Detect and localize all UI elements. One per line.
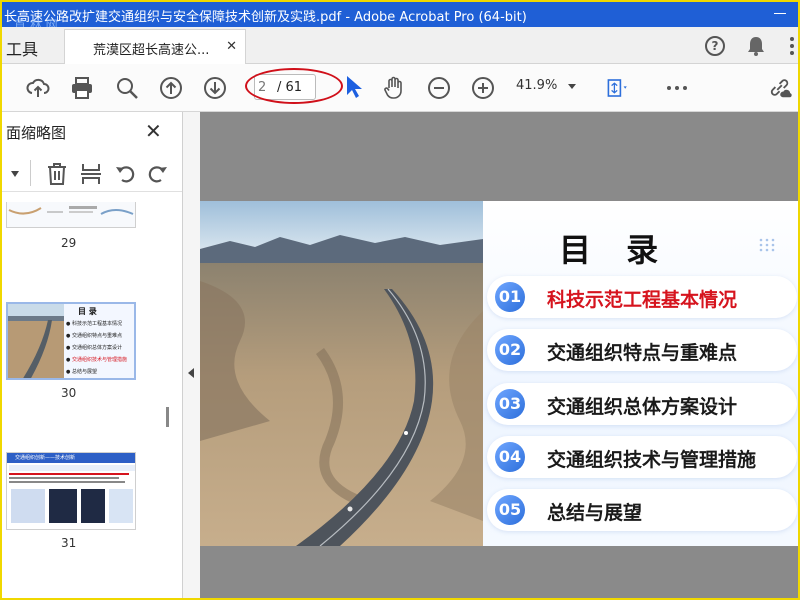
toc-text: 总结与展望	[547, 502, 643, 524]
thumbnail-toolbar	[2, 154, 182, 192]
thumbnail-30-item: ● 科技示范工程基本情况	[66, 321, 122, 327]
thumbnail-31-heading: 交通组织创新——技术创新	[15, 455, 76, 461]
page-down-icon[interactable]	[203, 76, 227, 100]
thumbnail-label-30: 30	[61, 386, 77, 400]
rotate-right-icon[interactable]	[147, 162, 169, 186]
toc-item-01: 01 科技示范工程基本情况	[487, 276, 797, 318]
decorative-dots-icon	[759, 238, 775, 252]
scrollbar-thumb[interactable]	[166, 407, 169, 427]
upload-icon[interactable]	[26, 76, 50, 100]
close-panel-icon[interactable]: ✕	[145, 119, 162, 143]
toc-text: 交通组织总体方案设计	[547, 396, 738, 418]
zoom-in-icon[interactable]	[471, 76, 495, 100]
tab-tools[interactable]: 工具	[6, 36, 38, 60]
thumbnail-30-item: ● 总结与展望	[66, 369, 97, 375]
search-icon[interactable]	[115, 76, 139, 100]
window-title: 长高速公路改扩建交通组织与安全保障技术创新及实践.pdf - Adobe Acr…	[4, 10, 527, 25]
thumbnail-30-photo	[8, 304, 64, 378]
thumbnail-label-31: 31	[61, 536, 77, 550]
thumbnail-page-29[interactable]	[6, 202, 136, 228]
thumbnail-scrollbar[interactable]	[164, 207, 172, 598]
page-up-icon[interactable]	[159, 76, 183, 100]
document-view[interactable]: 目 录 01 科技示范工程基本情况 02 交通组织特点与重难点 03 交通组织总…	[200, 112, 798, 598]
hand-tool-icon[interactable]	[382, 76, 406, 100]
collapse-panel-icon[interactable]	[188, 368, 194, 378]
thumbnail-30-item: ● 交通组织总体方案设计	[66, 345, 122, 351]
tab-document-label: 荒漠区超长高速公...	[93, 43, 210, 58]
toc-number: 02	[495, 335, 525, 365]
thumbnail-31-content	[7, 463, 135, 529]
toc-number: 03	[495, 389, 525, 419]
toc-number: 01	[495, 282, 525, 312]
help-icon[interactable]: ?	[705, 36, 725, 56]
delete-icon[interactable]	[46, 162, 68, 186]
toolbar-divider	[30, 160, 31, 186]
link-cloud-icon[interactable]	[768, 76, 792, 100]
toc-number: 05	[495, 495, 525, 525]
thumbnail-page-31[interactable]: 交通组织创新——技术创新	[6, 452, 136, 530]
toc-number: 04	[495, 442, 525, 472]
zoom-level-select[interactable]: 41.9%	[516, 78, 557, 93]
zoom-dropdown-icon[interactable]	[568, 84, 576, 89]
toc-panel: 目 录 01 科技示范工程基本情况 02 交通组织特点与重难点 03 交通组织总…	[483, 201, 798, 546]
rotate-left-icon[interactable]	[114, 162, 136, 186]
pdf-page: 目 录 01 科技示范工程基本情况 02 交通组织特点与重难点 03 交通组织总…	[200, 201, 798, 546]
cursor-arrow-icon[interactable]	[342, 74, 366, 98]
thumbnail-30-toc: 目 录 ● 科技示范工程基本情况 ● 交通组织特点与重难点 ● 交通组织总体方案…	[64, 304, 134, 378]
bell-icon[interactable]	[746, 35, 766, 57]
minimize-button[interactable]	[772, 5, 788, 21]
thumbnail-30-item: ● 交通组织特点与重难点	[66, 333, 122, 339]
thumbnail-30-items: ● 科技示范工程基本情况 ● 交通组织特点与重难点 ● 交通组织总体方案设计 ●…	[66, 318, 127, 378]
thumbnail-page-30[interactable]: 目 录 ● 科技示范工程基本情况 ● 交通组织特点与重难点 ● 交通组织总体方案…	[6, 302, 136, 380]
tab-document[interactable]: 荒漠区超长高速公... ✕	[64, 29, 246, 64]
toc-text: 交通组织技术与管理措施	[547, 449, 757, 471]
toc-item-02: 02 交通组织特点与重难点	[487, 329, 797, 371]
toc-text: 交通组织特点与重难点	[547, 342, 738, 364]
toc-item-04: 04 交通组织技术与管理措施	[487, 436, 797, 478]
tab-close-icon[interactable]: ✕	[226, 39, 237, 54]
toc-title: 目 录	[559, 231, 671, 269]
tab-bar: 工具 荒漠区超长高速公... ✕ ?	[2, 27, 798, 64]
thumbnail-29-image	[7, 202, 135, 227]
thumbnail-30-item: ● 交通组织技术与管理措施	[66, 357, 127, 363]
thumbnail-label-29: 29	[61, 236, 77, 250]
zoom-out-icon[interactable]	[427, 76, 451, 100]
thumbnail-panel-title: 面缩略图	[6, 124, 67, 142]
thumbnail-30-heading: 目 录	[78, 307, 97, 316]
main-toolbar: 2 / 61 41.9%	[2, 64, 798, 112]
fit-page-icon[interactable]	[606, 76, 630, 100]
toc-text: 科技示范工程基本情况	[547, 289, 738, 311]
print-icon[interactable]	[70, 76, 94, 100]
toc-item-03: 03 交通组织总体方案设计	[487, 383, 797, 425]
title-bar: 长高速公路改扩建交通组织与安全保障技术创新及实践.pdf - Adobe Acr…	[2, 2, 798, 32]
thumbnail-panel: 面缩略图 ✕ 29 目 录 ● 科技示范工程基本情况 ● 交通组织特点与重难点 …	[2, 112, 183, 598]
annotation-oval	[245, 68, 343, 104]
options-dropdown-icon[interactable]	[10, 170, 20, 178]
more-icon[interactable]	[665, 76, 689, 100]
more-vertical-icon[interactable]	[787, 35, 797, 57]
highway-photo	[200, 201, 483, 546]
toc-item-05: 05 总结与展望	[487, 489, 797, 531]
app-window: 长高速公路改扩建交通组织与安全保障技术创新及实践.pdf - Adobe Acr…	[0, 0, 800, 600]
extract-pages-icon[interactable]	[80, 162, 102, 186]
thumbnail-31-header: 交通组织创新——技术创新	[7, 453, 135, 463]
